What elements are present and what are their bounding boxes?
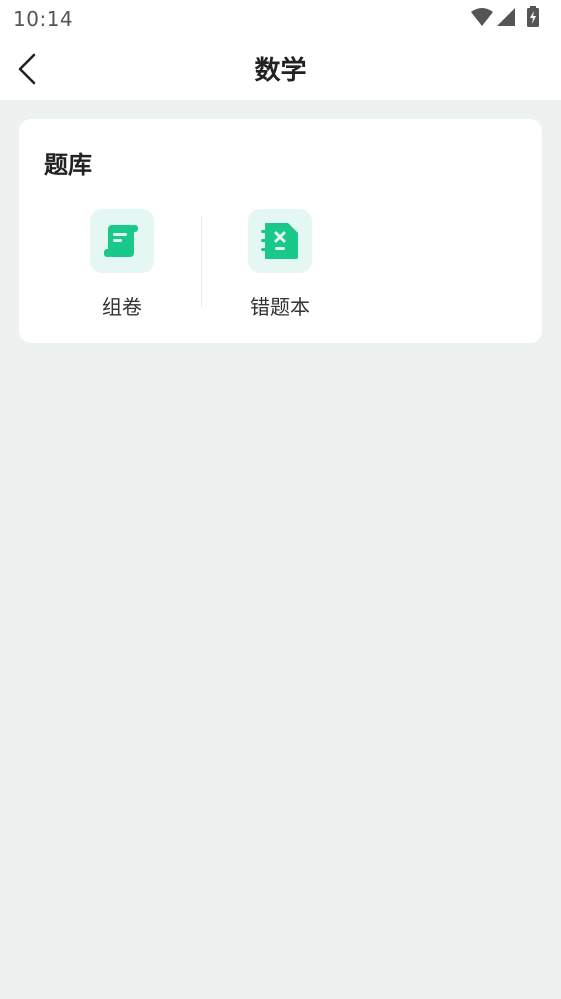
wrong-notebook-icon-box	[248, 209, 312, 273]
question-bank-card: 题库 组卷 错题本	[19, 119, 542, 343]
wrong-notebook-icon	[261, 223, 298, 259]
signal-icon	[497, 8, 515, 26]
battery-charging-icon	[527, 6, 539, 27]
question-bank-title: 题库	[44, 151, 92, 179]
compose-paper-icon-box	[90, 209, 154, 273]
paper-scroll-icon	[104, 225, 138, 257]
wrong-notebook-label: 错题本	[250, 295, 310, 319]
top-bar: 10:14 数学	[0, 0, 561, 100]
status-time: 10:14	[13, 7, 74, 31]
status-icons	[441, 6, 561, 30]
compose-paper-button[interactable]: 组卷	[62, 209, 182, 319]
divider	[201, 216, 202, 307]
compose-paper-label: 组卷	[102, 295, 142, 319]
wrong-notebook-button[interactable]: 错题本	[220, 209, 340, 319]
page-title: 数学	[254, 56, 307, 86]
wifi-icon	[471, 8, 493, 26]
